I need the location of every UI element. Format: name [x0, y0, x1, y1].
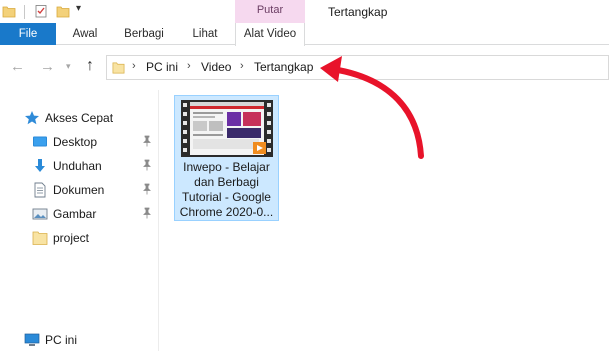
- customize-toolbar-arrow-icon[interactable]: ▾: [76, 3, 81, 14]
- sidebar-item-label: project: [53, 231, 90, 245]
- video-thumbnail: [181, 100, 273, 157]
- breadcrumb-pc-ini[interactable]: PC ini: [146, 60, 178, 74]
- tab-lihat[interactable]: Lihat: [182, 23, 228, 45]
- chevron-right-icon[interactable]: ›: [132, 60, 136, 72]
- sidebar-item-desktop[interactable]: Desktop: [0, 132, 158, 152]
- pin-icon[interactable]: [142, 135, 152, 147]
- up-arrow-icon[interactable]: ↑: [86, 57, 94, 75]
- sidebar-item-label: Unduhan: [53, 159, 102, 173]
- file-name-line: Inwepo - Belajar: [183, 160, 270, 174]
- recent-locations-chevron-icon[interactable]: ▾: [66, 61, 71, 72]
- navigation-pane: Akses Cepat Desktop Unduhan Dokumen Gamb…: [0, 95, 158, 351]
- ribbon-tabs: File Awal Berbagi Lihat Alat Video: [0, 23, 609, 46]
- sidebar-item-label: Dokumen: [53, 183, 105, 197]
- window-title: Tertangkap: [328, 5, 388, 19]
- folder-icon: [112, 62, 125, 74]
- back-arrow-icon[interactable]: ←: [10, 58, 25, 75]
- desktop-icon: [33, 136, 47, 147]
- sidebar-item-label: PC ini: [45, 333, 78, 347]
- sidebar-item-gambar[interactable]: Gambar: [0, 204, 158, 224]
- file-name-line: Chrome 2020-0...: [179, 205, 274, 219]
- address-bar[interactable]: › PC ini › Video › Tertangkap: [106, 55, 609, 80]
- file-name-line: dan Berbagi: [194, 175, 259, 189]
- folder-icon: [32, 231, 48, 245]
- pin-icon[interactable]: [142, 183, 152, 195]
- breadcrumb-tertangkap[interactable]: Tertangkap: [254, 60, 313, 74]
- sidebar-item-project[interactable]: project: [0, 228, 158, 248]
- chevron-right-icon[interactable]: ›: [187, 60, 191, 72]
- picture-icon: [32, 208, 48, 220]
- chevron-right-icon[interactable]: ›: [240, 60, 244, 72]
- tab-berbagi[interactable]: Berbagi: [115, 23, 173, 45]
- pane-divider[interactable]: [158, 90, 159, 351]
- pin-icon[interactable]: [142, 159, 152, 171]
- sidebar-item-label: Akses Cepat: [45, 111, 114, 125]
- file-name-line: Tutorial - Google: [182, 190, 271, 204]
- download-arrow-icon: [35, 159, 45, 172]
- tab-alat-video[interactable]: Alat Video: [235, 23, 305, 46]
- star-icon: [25, 111, 39, 125]
- properties-icon[interactable]: [34, 4, 48, 18]
- computer-icon: [24, 333, 40, 346]
- sidebar-item-dokumen[interactable]: Dokumen: [0, 180, 158, 200]
- sidebar-item-label: Desktop: [53, 135, 98, 149]
- sidebar-item-pc-ini[interactable]: PC ini: [0, 330, 158, 350]
- folder-icon[interactable]: [2, 4, 16, 18]
- document-icon: [34, 182, 46, 198]
- sidebar-item-unduhan[interactable]: Unduhan: [0, 156, 158, 176]
- tab-file[interactable]: File: [0, 23, 56, 45]
- tab-awal[interactable]: Awal: [60, 23, 110, 45]
- sidebar-item-akses-cepat[interactable]: Akses Cepat: [0, 108, 158, 128]
- breadcrumb-video[interactable]: Video: [201, 60, 231, 74]
- file-tile-video[interactable]: Inwepo - Belajar dan Berbagi Tutorial - …: [174, 95, 279, 221]
- navigation-row: ← → ▾ ↑ › PC ini › Video › Tertangkap: [0, 52, 609, 82]
- file-name: Inwepo - Belajar dan Berbagi Tutorial - …: [177, 160, 276, 220]
- sidebar-item-label: Gambar: [53, 207, 97, 221]
- context-group-label: Putar: [256, 4, 284, 16]
- new-folder-icon[interactable]: [56, 4, 70, 18]
- forward-arrow-icon[interactable]: →: [40, 58, 55, 75]
- title-bar: ▾ Putar Tertangkap: [0, 0, 609, 45]
- pin-icon[interactable]: [142, 207, 152, 219]
- toolbar-divider: [24, 5, 25, 19]
